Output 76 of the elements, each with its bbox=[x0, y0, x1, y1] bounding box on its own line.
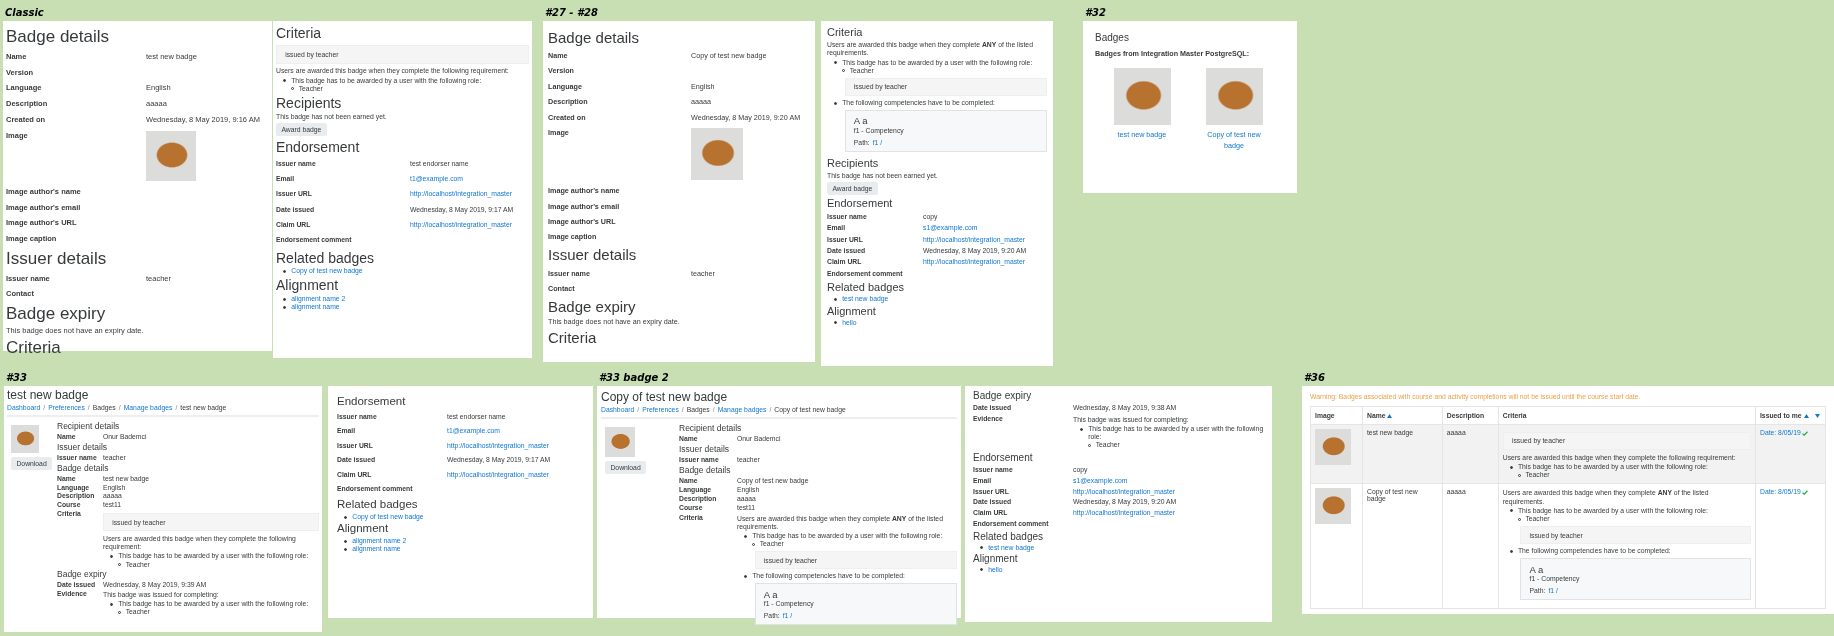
photo-placeholder bbox=[1113, 67, 1171, 125]
section-heading: Related badges bbox=[337, 498, 418, 512]
section-heading: Recipients bbox=[827, 157, 879, 170]
bullet-icon bbox=[344, 547, 348, 551]
sort-up-icon[interactable] bbox=[1803, 414, 1809, 419]
section-heading: Criteria bbox=[276, 24, 322, 41]
bullet-icon bbox=[344, 539, 348, 543]
bullet-icon bbox=[1510, 465, 1514, 469]
competency-name: A a bbox=[1529, 563, 1544, 575]
section-heading: Badge details bbox=[548, 28, 639, 47]
bullet-icon bbox=[834, 101, 838, 105]
section-heading: Alignment bbox=[337, 522, 389, 536]
section-heading: Alignment bbox=[276, 277, 339, 294]
bullet-icon bbox=[283, 297, 287, 301]
section-heading: Badge details bbox=[679, 466, 731, 476]
bullet-icon bbox=[744, 534, 748, 538]
photo-placeholder bbox=[1205, 67, 1263, 125]
caret-down-icon[interactable] bbox=[1814, 414, 1820, 419]
competency-name: A a bbox=[763, 588, 778, 601]
check-icon bbox=[1801, 430, 1808, 436]
bullet-icon bbox=[283, 270, 287, 274]
bullet-icon bbox=[744, 574, 748, 578]
section-heading: Recipients bbox=[276, 94, 342, 111]
section-heading: Criteria bbox=[6, 338, 61, 359]
page-title: Copy of test new badge bbox=[601, 390, 728, 405]
bullet-icon bbox=[834, 61, 838, 65]
section-heading: Endorsement bbox=[827, 197, 893, 210]
competency-name: A a bbox=[853, 115, 868, 127]
page-title: test new badge bbox=[7, 388, 89, 403]
bullet-icon bbox=[834, 297, 838, 301]
bullet-icon bbox=[834, 321, 838, 325]
section-heading: Endorsement bbox=[973, 451, 1033, 464]
section-heading: Alignment bbox=[827, 304, 876, 318]
section-heading: Alignment bbox=[973, 553, 1018, 565]
photo-placeholder bbox=[11, 425, 39, 454]
group-caption: Classic bbox=[4, 6, 45, 20]
bullet-icon bbox=[283, 79, 287, 83]
bullet-icon bbox=[110, 555, 114, 559]
sort-up-icon[interactable] bbox=[1387, 414, 1393, 419]
bullet-icon bbox=[1510, 549, 1514, 553]
section-heading: Recipient details bbox=[57, 422, 120, 433]
section-heading: Endorsement bbox=[276, 138, 360, 155]
bullet-icon bbox=[110, 602, 114, 606]
photo-placeholder bbox=[605, 427, 635, 458]
group-caption: #33 badge 2 bbox=[598, 371, 670, 385]
section-heading: Badge expiry bbox=[57, 569, 107, 580]
section-heading: Issuer details bbox=[6, 248, 107, 269]
group-caption: #32 bbox=[1084, 6, 1107, 20]
section-heading: Badge expiry bbox=[973, 390, 1032, 402]
bullet-icon bbox=[1510, 509, 1514, 513]
section-heading: Criteria bbox=[827, 26, 863, 39]
section-heading: Badge details bbox=[6, 27, 110, 47]
section-heading: Issuer details bbox=[548, 246, 637, 264]
section-heading: Issuer details bbox=[679, 445, 730, 456]
section-heading: Endorsement bbox=[337, 395, 406, 409]
photo-placeholder bbox=[1315, 429, 1351, 465]
section-heading: Related badges bbox=[973, 530, 1044, 543]
section-heading: Badges bbox=[1095, 32, 1129, 44]
section-heading: Badge expiry bbox=[6, 303, 106, 324]
bullet-icon bbox=[980, 546, 984, 550]
section-heading: Issuer details bbox=[57, 443, 108, 453]
bullet-icon bbox=[344, 515, 348, 519]
bullet-icon bbox=[980, 568, 984, 572]
section-heading: Recipient details bbox=[679, 424, 742, 435]
bullet-icon bbox=[1080, 427, 1084, 431]
section-heading: Related badges bbox=[276, 249, 375, 266]
photo-placeholder bbox=[1315, 488, 1351, 525]
group-caption: #36 bbox=[1303, 371, 1326, 385]
section-heading: Related badges bbox=[827, 281, 905, 294]
group-caption: #33 bbox=[5, 371, 28, 385]
section-heading: Badge details bbox=[57, 463, 109, 474]
group-caption: #27 - #28 bbox=[544, 6, 599, 20]
section-heading: Badge expiry bbox=[548, 298, 636, 316]
bullet-icon bbox=[283, 305, 287, 309]
section-heading: Criteria bbox=[548, 329, 597, 347]
check-icon bbox=[1801, 490, 1808, 496]
